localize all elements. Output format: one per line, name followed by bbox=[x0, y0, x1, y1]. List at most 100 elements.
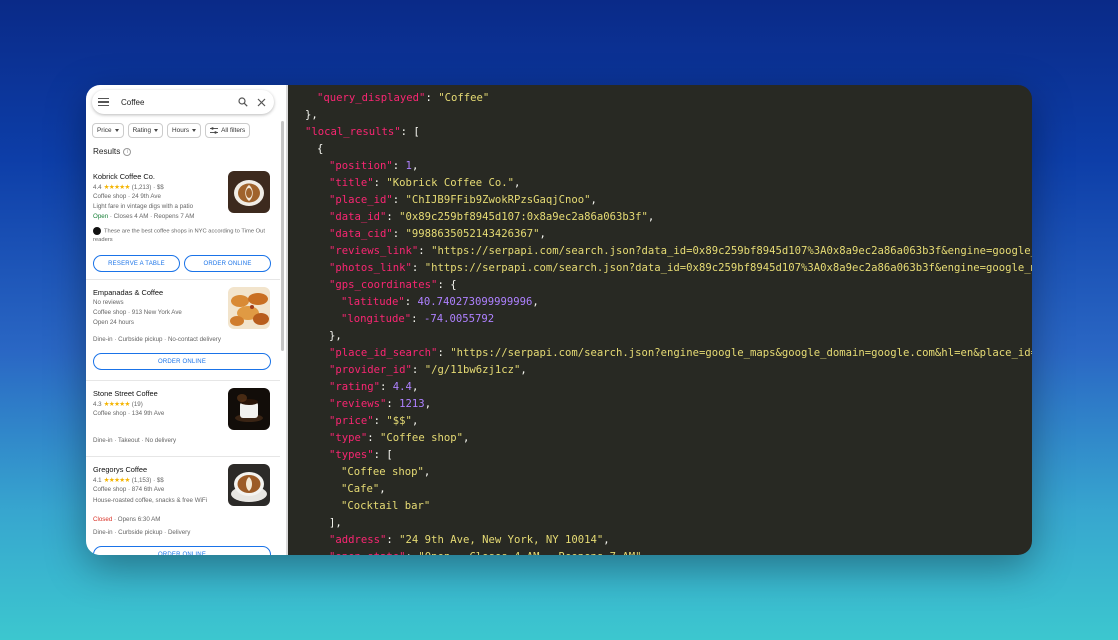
code-line: "Cocktail bar" bbox=[288, 498, 1032, 515]
search-input[interactable]: Coffee bbox=[121, 98, 232, 107]
code-line: "place_id": "ChIJB9FFib9ZwokRPzsGaqjCnoo… bbox=[288, 192, 1032, 209]
json-punct: : { bbox=[437, 279, 457, 291]
order-online-button[interactable]: ORDER ONLINE bbox=[93, 546, 271, 555]
code-line: "latitude": 40.740273099999996, bbox=[288, 294, 1032, 311]
json-punct: }, bbox=[305, 109, 318, 121]
json-key: "gps_coordinates" bbox=[329, 279, 438, 291]
place-name[interactable]: Gregorys Coffee bbox=[93, 465, 147, 474]
code-line: "Cafe", bbox=[288, 481, 1032, 498]
filter-price[interactable]: Price bbox=[92, 123, 124, 138]
code-line: "data_id": "0x89c259bf8945d107:0x8a9ec2a… bbox=[288, 209, 1032, 226]
filter-label: Rating bbox=[132, 127, 152, 134]
place-name[interactable]: Empanadas & Coffee bbox=[93, 288, 163, 297]
json-string: "Cocktail bar" bbox=[341, 500, 431, 512]
json-punct: , bbox=[411, 415, 419, 427]
code-line: "photos_link": "https://serpapi.com/sear… bbox=[288, 260, 1032, 277]
json-punct: : bbox=[392, 228, 406, 240]
json-punct: : [ bbox=[373, 449, 393, 461]
review-count: (19) bbox=[131, 400, 143, 408]
json-number: -74.0055792 bbox=[423, 313, 495, 325]
code-line: "price": "$$", bbox=[288, 413, 1032, 430]
menu-icon[interactable] bbox=[98, 98, 109, 106]
note-text: These are the best coffee shops in NYC a… bbox=[93, 228, 266, 244]
results-label: Results bbox=[93, 147, 121, 156]
code-line: { bbox=[288, 141, 1032, 158]
app-window: Coffee Price Rating Hours All filters Re… bbox=[86, 85, 1032, 555]
maps-results-panel: Coffee Price Rating Hours All filters Re… bbox=[86, 85, 286, 555]
json-punct: : bbox=[411, 313, 424, 325]
code-line: "open_state": "Open · Closes 4 AM · Reop… bbox=[288, 549, 1032, 555]
open-status: Open bbox=[93, 213, 109, 220]
reserve-table-button[interactable]: RESERVE A TABLE bbox=[93, 255, 180, 272]
star-icons: ★★★★★ bbox=[103, 184, 131, 191]
filter-hours[interactable]: Hours bbox=[167, 123, 202, 138]
sliders-icon bbox=[210, 127, 219, 134]
json-punct: , bbox=[539, 228, 546, 240]
json-punct: , bbox=[411, 160, 419, 172]
filter-rating[interactable]: Rating bbox=[127, 123, 164, 138]
place-hours: Closed · Opens 6:30 AM bbox=[93, 516, 160, 523]
json-string: "24 9th Ave, New York, NY 10014" bbox=[399, 534, 604, 546]
search-bar[interactable]: Coffee bbox=[92, 90, 274, 114]
code-line: "longitude": -74.0055792 bbox=[288, 311, 1032, 328]
place-category: Coffee shop · 913 New York Ave bbox=[93, 309, 182, 316]
filter-all[interactable]: All filters bbox=[205, 123, 251, 138]
rating-value: 4.1 bbox=[93, 476, 102, 484]
place-card[interactable]: Gregorys Coffee 4.1 ★★★★★ (1,153) · $$ C… bbox=[86, 458, 280, 555]
star-icons: ★★★★★ bbox=[103, 477, 131, 484]
json-string: "Kobrick Coffee Co." bbox=[386, 177, 514, 189]
json-key: "address" bbox=[329, 534, 387, 546]
place-name[interactable]: Kobrick Coffee Co. bbox=[93, 172, 155, 181]
info-icon[interactable]: i bbox=[123, 147, 132, 156]
json-punct: : bbox=[411, 364, 425, 376]
place-photo[interactable] bbox=[228, 171, 270, 213]
place-photo[interactable] bbox=[228, 464, 270, 506]
place-category: Coffee shop · 24 9th Ave bbox=[93, 193, 161, 200]
json-punct: : bbox=[418, 245, 432, 257]
json-punct: { bbox=[317, 143, 324, 155]
place-card[interactable]: Empanadas & Coffee No reviews Coffee sho… bbox=[86, 281, 280, 381]
json-string: "Cafe" bbox=[341, 483, 380, 495]
json-key: "latitude" bbox=[341, 296, 405, 308]
chevron-down-icon bbox=[114, 129, 119, 132]
results-scrollbar[interactable] bbox=[281, 121, 284, 351]
search-icon[interactable] bbox=[236, 95, 250, 109]
json-string: "0x89c259bf8945d107:0x8a9ec2a86a063b3f" bbox=[399, 211, 648, 223]
order-online-button[interactable]: ORDER ONLINE bbox=[93, 353, 271, 370]
place-description: House-roasted coffee, snacks & free WiFi bbox=[93, 497, 208, 504]
code-line: "local_results": [ bbox=[288, 124, 1032, 141]
json-key: "place_id" bbox=[329, 194, 393, 206]
code-line: }, bbox=[288, 107, 1032, 124]
code-line: "place_id_search": "https://serpapi.com/… bbox=[288, 345, 1032, 362]
json-punct: , bbox=[424, 398, 432, 410]
json-punct: , bbox=[532, 296, 539, 308]
place-services: Dine-in · Takeout · No delivery bbox=[93, 437, 177, 444]
json-punct: : bbox=[386, 211, 400, 223]
json-string: "9988635052143426367" bbox=[405, 228, 540, 240]
close-icon[interactable] bbox=[254, 95, 268, 109]
filter-label: All filters bbox=[221, 127, 246, 134]
json-punct: : bbox=[380, 381, 393, 393]
review-count: (1,213) · $$ bbox=[131, 183, 164, 191]
place-photo[interactable] bbox=[228, 287, 270, 329]
json-key: "title" bbox=[329, 177, 374, 189]
place-card[interactable]: Stone Street Coffee 4.3 ★★★★★ (19) Coffe… bbox=[86, 382, 280, 457]
json-key: "photos_link" bbox=[329, 262, 412, 274]
code-line: "query_displayed": "Coffee" bbox=[288, 90, 1032, 107]
json-key: "reviews" bbox=[329, 398, 387, 410]
json-number: 4.4 bbox=[392, 381, 412, 393]
json-punct: , bbox=[423, 466, 431, 478]
place-card[interactable]: Kobrick Coffee Co. 4.4 ★★★★★ (1,213) · $… bbox=[86, 165, 280, 280]
order-online-button[interactable]: ORDER ONLINE bbox=[184, 255, 271, 272]
place-photo[interactable] bbox=[228, 388, 270, 430]
code-line: "provider_id": "/g/11bw6zj1cz", bbox=[288, 362, 1032, 379]
place-name[interactable]: Stone Street Coffee bbox=[93, 389, 158, 398]
json-punct: : bbox=[404, 296, 418, 308]
json-key: "provider_id" bbox=[329, 364, 412, 376]
code-line: "rating": 4.4, bbox=[288, 379, 1032, 396]
json-key: "types" bbox=[329, 449, 374, 461]
filter-chips: Price Rating Hours All filters bbox=[92, 123, 251, 138]
json-punct: , bbox=[513, 177, 521, 189]
json-key: "rating" bbox=[329, 381, 381, 393]
json-punct: : bbox=[386, 398, 400, 410]
